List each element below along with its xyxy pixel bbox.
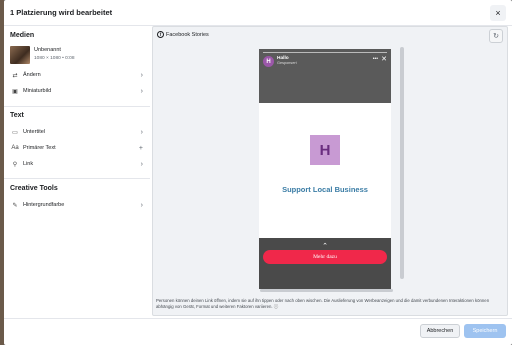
more-icon: ••• (372, 56, 378, 62)
dialog-title: 1 Platzierung wird bearbeitet (10, 8, 113, 17)
chevron-right-icon: › (140, 87, 143, 95)
facebook-icon: f (157, 31, 164, 38)
preview-header: f Facebook Stories (157, 31, 209, 38)
chevron-right-icon: › (140, 201, 143, 209)
close-icon: × (495, 8, 501, 18)
settings-panel: Medien Unbenannt 1080 × 1080 • 0:08 ⇄ Än… (4, 26, 150, 316)
text-section-title: Text (10, 112, 24, 119)
ad-preview-panel: f Facebook Stories ↻ H Hallo Gesponsert … (152, 26, 508, 316)
swap-icon: ⇄ (12, 72, 18, 79)
brand-logo: H (310, 135, 340, 165)
chevron-right-icon: › (140, 160, 143, 168)
chevron-right-icon: › (140, 71, 143, 79)
background-color-row[interactable]: ✎ Hintergrundfarbe › (4, 198, 150, 212)
primary-text-label: Primärer Text (23, 145, 56, 151)
refresh-icon: ↻ (493, 33, 499, 40)
thumbnail-label: Miniaturbild (23, 88, 52, 94)
plus-icon: + (138, 144, 143, 152)
story-headline: Support Local Business (282, 185, 368, 194)
close-button[interactable]: × (490, 5, 506, 21)
change-media-label: Ändern (23, 72, 41, 78)
vertical-scrollbar[interactable] (400, 47, 404, 279)
story-footer: ⌃ Mehr dazu (259, 238, 391, 289)
cta-button: Mehr dazu (263, 250, 387, 264)
story-progress-bar (263, 52, 387, 53)
link-icon: ⚲ (12, 161, 18, 168)
story-preview: H Hallo Gesponsert ••• ✕ H Support Local… (259, 49, 391, 289)
subtitles-label: Untertitel (23, 129, 46, 135)
edit-placement-dialog: 1 Platzierung wird bearbeitet × Medien U… (4, 0, 512, 345)
info-icon[interactable]: ⓘ (274, 304, 279, 309)
save-button[interactable]: Speichern (464, 324, 506, 338)
footer-divider (4, 318, 512, 319)
link-row[interactable]: ⚲ Link › (4, 157, 150, 171)
refresh-button[interactable]: ↻ (489, 29, 503, 43)
close-icon: ✕ (381, 56, 387, 63)
sponsored-label: Gesponsert (277, 61, 297, 65)
delivery-disclaimer: Personen können deinen Link öffnen, inde… (156, 298, 506, 311)
chevron-up-icon: ⌃ (322, 243, 328, 250)
change-media-row[interactable]: ⇄ Ändern › (4, 68, 150, 82)
subtitles-icon: ▭ (12, 129, 18, 136)
media-dimensions: 1080 × 1080 • 0:08 (34, 56, 75, 61)
horizontal-scrollbar[interactable] (260, 289, 393, 292)
link-label: Link (23, 161, 34, 167)
primary-text-row[interactable]: Aa Primärer Text + (4, 141, 150, 155)
subtitles-row[interactable]: ▭ Untertitel › (4, 125, 150, 139)
thumbnail-row[interactable]: ▣ Miniaturbild › (4, 84, 150, 98)
background-color-label: Hintergrundfarbe (23, 202, 65, 208)
dialog-header: 1 Platzierung wird bearbeitet × (4, 0, 512, 26)
media-name: Unbenannt (34, 47, 61, 53)
story-card: H Support Local Business (259, 103, 391, 238)
image-icon: ▣ (12, 88, 18, 95)
story-header: H Hallo Gesponsert ••• ✕ (259, 49, 391, 103)
text-icon: Aa (11, 145, 19, 151)
avatar: H (263, 56, 274, 67)
media-section-title: Medien (10, 32, 35, 39)
section-divider (4, 178, 150, 179)
placement-label: Facebook Stories (166, 31, 209, 38)
disclaimer-text: Personen können deinen Link öffnen, inde… (156, 298, 490, 310)
cancel-button[interactable]: Abbrechen (420, 324, 460, 338)
creative-tools-section-title: Creative Tools (10, 185, 58, 192)
chevron-right-icon: › (140, 128, 143, 136)
section-divider (4, 106, 150, 107)
paint-icon: ✎ (12, 202, 18, 209)
media-thumbnail[interactable] (10, 46, 30, 64)
